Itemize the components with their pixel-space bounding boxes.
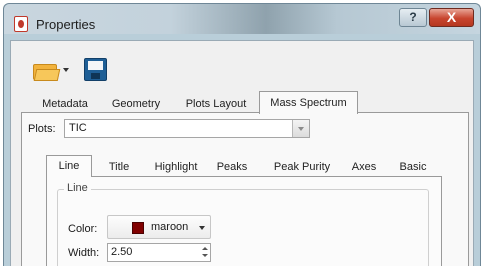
- inner-tab-bar: Line Title Highlight Peaks Peak Purity A…: [22, 155, 470, 177]
- tab-plots-layout[interactable]: Plots Layout: [179, 95, 253, 113]
- tab-highlight[interactable]: Highlight: [150, 158, 202, 176]
- save-disk-icon: [88, 61, 103, 70]
- groupbox-title: Line: [64, 182, 91, 194]
- plots-select[interactable]: TIC: [64, 119, 310, 138]
- tab-peak-purity[interactable]: Peak Purity: [270, 158, 334, 176]
- tab-line[interactable]: Line: [46, 155, 92, 177]
- tab-metadata[interactable]: Metadata: [37, 95, 93, 113]
- color-picker-button[interactable]: maroon: [107, 215, 211, 239]
- tab-geometry[interactable]: Geometry: [107, 95, 165, 113]
- window-title: Properties: [36, 17, 96, 32]
- title-bar[interactable]: Properties ? X: [4, 4, 480, 34]
- color-swatch: [132, 222, 144, 234]
- line-groupbox: Line Color: maroon Width: 2.50: [57, 182, 429, 266]
- tab-basic[interactable]: Basic: [396, 158, 430, 176]
- open-folder-button[interactable]: [33, 61, 61, 83]
- properties-window: Properties ? X Metadata Geometry Plots L…: [3, 3, 481, 266]
- top-tab-bar: Metadata Geometry Plots Layout Mass Spec…: [11, 91, 475, 114]
- color-label: Color:: [68, 223, 98, 235]
- width-spinbox[interactable]: 2.50: [107, 243, 211, 262]
- tab-peaks[interactable]: Peaks: [214, 158, 250, 176]
- plots-label: Plots:: [28, 123, 56, 135]
- save-button[interactable]: [84, 58, 107, 81]
- tab-axes[interactable]: Axes: [348, 158, 380, 176]
- width-value: 2.50: [111, 246, 133, 258]
- tab-title[interactable]: Title: [102, 158, 136, 176]
- dialog-body: Metadata Geometry Plots Layout Mass Spec…: [10, 40, 474, 266]
- plots-select-value: TIC: [69, 122, 87, 134]
- app-icon: [14, 16, 28, 32]
- mass-spectrum-panel: Plots: TIC Line Title Highlight Peaks Pe…: [21, 112, 469, 266]
- color-name: maroon: [151, 221, 189, 233]
- open-dropdown-caret-icon[interactable]: [63, 68, 69, 72]
- spin-down-icon[interactable]: [202, 254, 208, 257]
- line-tab-panel: Line Color: maroon Width: 2.50: [46, 176, 442, 266]
- width-label: Width:: [68, 247, 100, 259]
- help-button[interactable]: ?: [399, 8, 427, 27]
- close-button[interactable]: X: [429, 8, 474, 27]
- tab-mass-spectrum[interactable]: Mass Spectrum: [259, 91, 358, 114]
- spin-up-icon[interactable]: [202, 247, 208, 250]
- chevron-down-icon[interactable]: [292, 120, 309, 137]
- chevron-down-icon: [199, 226, 205, 230]
